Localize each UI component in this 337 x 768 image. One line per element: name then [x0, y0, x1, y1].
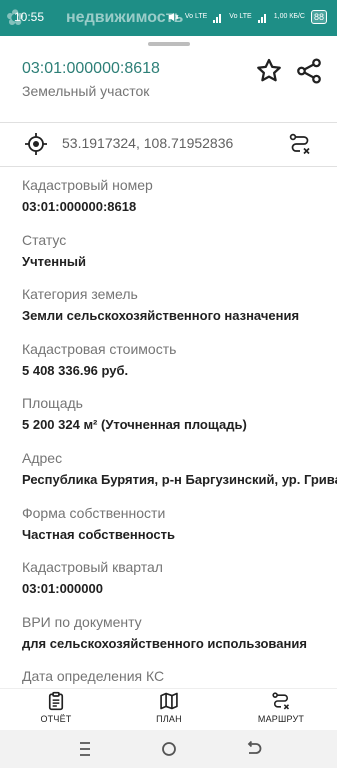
- status-time: 10:55: [14, 10, 45, 24]
- network-speed: 1,00 КБ/С: [273, 13, 305, 20]
- field-cadastral-number: Кадастровый номер 03:01:000000:8618: [22, 175, 332, 230]
- crosshair-icon: [25, 133, 47, 155]
- card-header: 03:01:000000:8618 Земельный участок: [0, 52, 337, 122]
- recent-apps-button[interactable]: [73, 739, 97, 759]
- field-value: Учтенный: [22, 253, 87, 269]
- nav-report-label: ОТЧЁТ: [40, 714, 72, 724]
- system-navigation-bar: [0, 730, 337, 768]
- object-type: Земельный участок: [22, 83, 150, 99]
- nav-plan-label: ПЛАН: [156, 714, 182, 724]
- field-area: Площадь 5 200 324 м² (Уточненная площадь…: [22, 393, 332, 448]
- cadastral-number-title: 03:01:000000:8618: [22, 60, 160, 77]
- mute-icon: [168, 13, 179, 21]
- field-address: Адрес Республика Бурятия, р-н Баргузинск…: [22, 448, 337, 503]
- signal-icon-1: [213, 14, 222, 23]
- divider: [0, 166, 337, 167]
- share-button[interactable]: [294, 56, 324, 86]
- field-value: для сельскохозяйственного использования: [22, 635, 307, 651]
- favorite-button[interactable]: [254, 56, 284, 86]
- route-icon: [272, 692, 290, 710]
- field-ownership-form: Форма собственности Частная собственност…: [22, 503, 332, 558]
- field-valuation-date: Дата определения КС: [22, 666, 332, 688]
- field-label: Форма собственности: [22, 504, 166, 521]
- object-card: 03:01:000000:8618 Земельный участок 53.1…: [0, 36, 337, 688]
- field-permitted-use: ВРИ по документу для сельскохозяйственно…: [22, 612, 332, 667]
- locate-button[interactable]: [24, 132, 48, 156]
- field-status: Статус Учтенный: [22, 230, 332, 285]
- field-label: Площадь: [22, 395, 83, 412]
- nav-route-button[interactable]: МАРШРУТ: [241, 691, 321, 731]
- menu-icon: [80, 742, 90, 756]
- nav-report-button[interactable]: ОТЧЁТ: [16, 691, 96, 731]
- coordinates-text[interactable]: 53.1917324, 108.71952836: [62, 135, 233, 151]
- bottom-navigation: ОТЧЁТ ПЛАН МАРШРУТ: [0, 688, 337, 731]
- property-fields: Кадастровый номер 03:01:000000:8618 Стат…: [22, 175, 337, 688]
- field-label: Кадастровая стоимость: [22, 340, 177, 357]
- signal-icon-2: [257, 14, 266, 23]
- field-label: Кадастровый квартал: [22, 559, 163, 576]
- field-cadastral-quarter: Кадастровый квартал 03:01:000000: [22, 557, 332, 612]
- field-cadastral-value: Кадастровая стоимость 5 408 336.96 руб.: [22, 339, 332, 394]
- field-land-category: Категория земель Земли сельскохозяйствен…: [22, 284, 332, 339]
- field-label: Кадастровый номер: [22, 177, 153, 193]
- nav-route-label: МАРШРУТ: [257, 714, 305, 724]
- drag-handle[interactable]: [148, 42, 190, 46]
- signal-label-2: Vo LTE: [229, 13, 252, 20]
- map-icon: [160, 692, 178, 710]
- home-button[interactable]: [157, 739, 181, 759]
- route-off-icon: [289, 133, 310, 155]
- star-icon: [257, 58, 281, 82]
- field-value: 03:01:000000:8618: [22, 199, 137, 214]
- status-icons: Vo LTE Vo LTE 1,00 КБ/С 88: [167, 8, 327, 26]
- field-value: Республика Бурятия, р-н Баргузинский, ур…: [22, 471, 337, 487]
- field-value: Земли сельскохозяйственного назначения: [22, 308, 300, 324]
- clipboard-icon: [48, 691, 64, 711]
- field-label: Дата определения КС: [22, 668, 165, 685]
- coordinates-row: 53.1917324, 108.71952836: [0, 122, 337, 166]
- field-label: Статус: [22, 231, 67, 248]
- battery-indicator: 88: [310, 10, 327, 24]
- field-value[interactable]: 03:01:000000: [22, 580, 332, 598]
- signal-label-1: Vo LTE: [184, 13, 208, 20]
- field-label: Категория земель: [22, 286, 138, 303]
- copy-coordinates-button[interactable]: [288, 132, 312, 156]
- app-title: недвижимость: [66, 9, 184, 26]
- field-value: Частная собственность: [22, 526, 175, 542]
- field-value: 5 200 324 м² (Уточненная площадь): [22, 417, 247, 433]
- nav-plan-button[interactable]: ПЛАН: [129, 691, 209, 731]
- field-label: Адрес: [22, 449, 63, 466]
- share-icon: [297, 58, 321, 84]
- home-circle-icon: [162, 742, 176, 756]
- status-bar: ✿ 10:55 недвижимость Vo LTE Vo LTE 1,00 …: [0, 0, 337, 36]
- field-label: ВРИ по документу: [22, 613, 142, 630]
- field-value: 5 408 336.96 руб.: [22, 362, 129, 378]
- back-button[interactable]: [241, 739, 265, 759]
- back-icon: [247, 740, 262, 754]
